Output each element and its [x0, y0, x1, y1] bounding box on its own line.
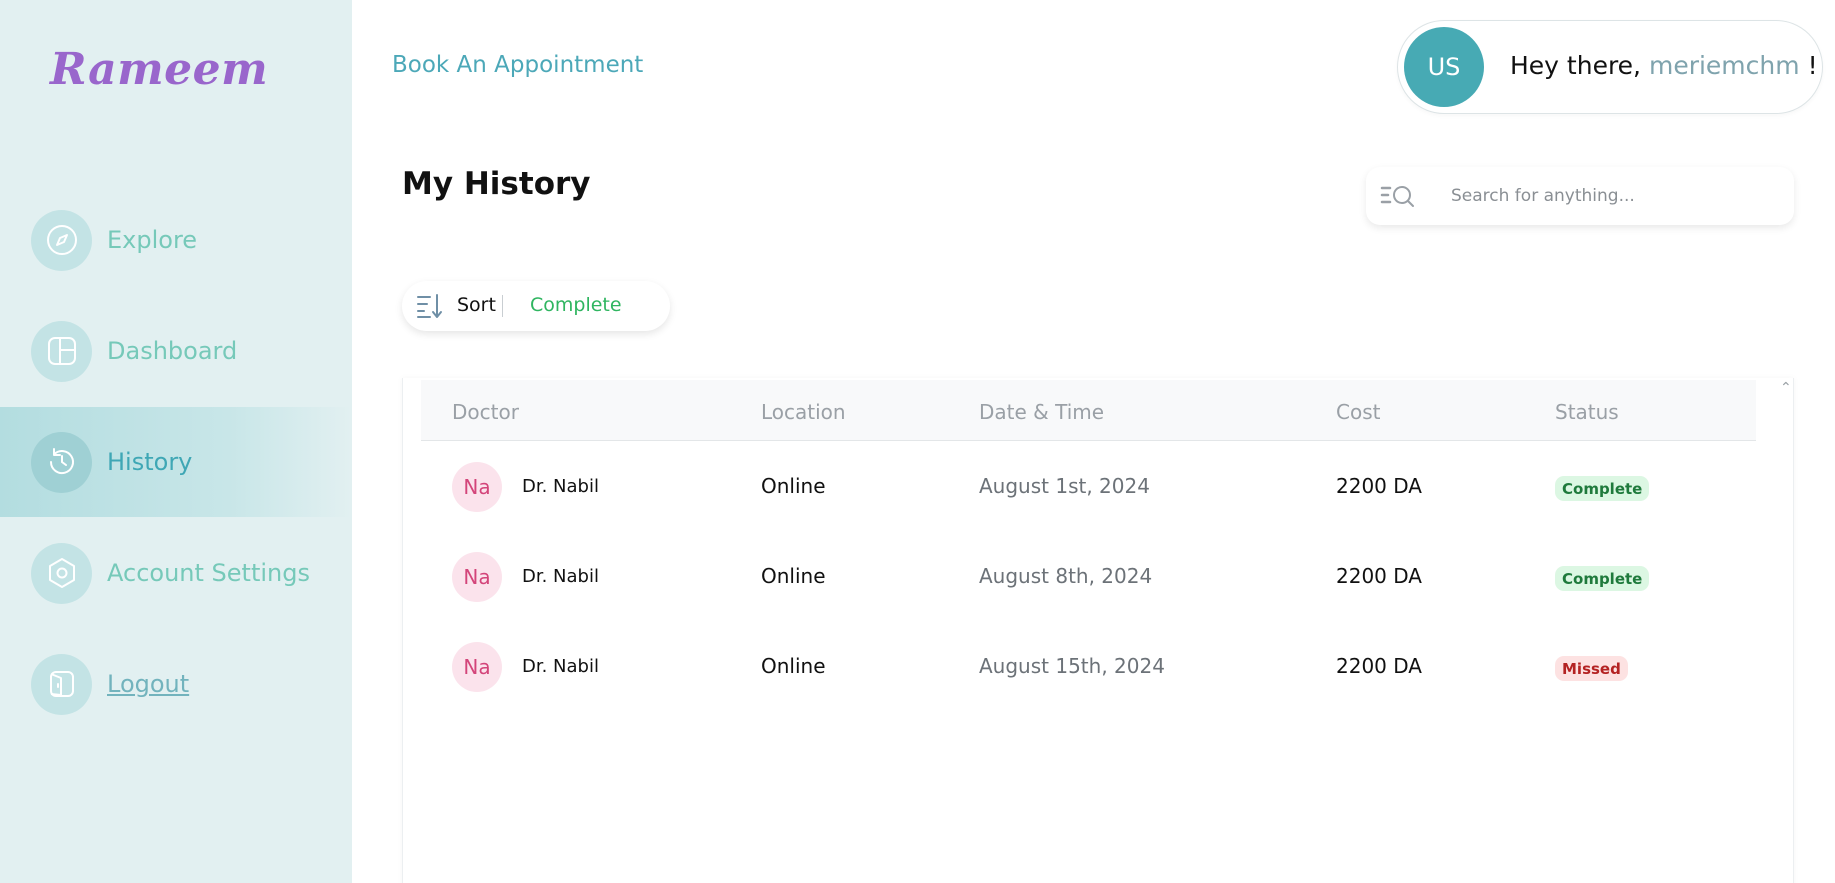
- app-logo[interactable]: Rameem: [50, 44, 268, 95]
- user-greeting-pill[interactable]: US Hey there, meriemchm !: [1397, 20, 1823, 114]
- sidebar-item-explore[interactable]: Explore: [0, 185, 352, 295]
- sort-value[interactable]: Complete: [530, 294, 622, 316]
- search-filter-icon[interactable]: [1380, 183, 1420, 209]
- history-icon: [31, 431, 92, 493]
- column-header-status[interactable]: Status: [1555, 400, 1619, 424]
- doctor-avatar: Na: [452, 552, 502, 602]
- sidebar-item-account-settings[interactable]: Account Settings: [0, 518, 352, 628]
- search-input[interactable]: [1451, 179, 1771, 213]
- doctor-avatar: Na: [452, 642, 502, 692]
- sort-control[interactable]: Sort Complete: [402, 281, 670, 331]
- sort-icon[interactable]: [416, 293, 444, 319]
- location: Online: [761, 474, 826, 498]
- cost: 2200 DA: [1336, 474, 1422, 498]
- table-row[interactable]: Na Dr. Nabil Online August 15th, 2024 22…: [421, 622, 1756, 712]
- cost: 2200 DA: [1336, 654, 1422, 678]
- sidebar-item-dashboard[interactable]: Dashboard: [0, 296, 352, 406]
- avatar[interactable]: US: [1404, 27, 1484, 107]
- location: Online: [761, 654, 826, 678]
- doctor-name: Dr. Nabil: [522, 476, 599, 497]
- scroll-up-icon[interactable]: ⌃: [1780, 380, 1792, 396]
- sidebar-item-label: Logout: [107, 670, 190, 698]
- sidebar-item-label: Explore: [107, 226, 198, 254]
- date-time: August 15th, 2024: [979, 654, 1165, 678]
- logout-icon: [31, 653, 92, 715]
- status-badge: Missed: [1555, 656, 1628, 681]
- app-root: Rameem Explore Dashboard History Account…: [0, 0, 1835, 883]
- column-header-doctor[interactable]: Doctor: [452, 400, 519, 424]
- search-box[interactable]: [1366, 167, 1794, 225]
- cost: 2200 DA: [1336, 564, 1422, 588]
- page-title: My History: [402, 166, 591, 202]
- column-header-date[interactable]: Date & Time: [979, 400, 1104, 424]
- table-row[interactable]: Na Dr. Nabil Online August 8th, 2024 220…: [421, 532, 1756, 622]
- settings-icon: [31, 542, 92, 604]
- sidebar: Rameem Explore Dashboard History Account…: [0, 0, 352, 883]
- compass-icon: [31, 209, 92, 271]
- date-time: August 8th, 2024: [979, 564, 1153, 588]
- sort-label: Sort: [457, 294, 496, 316]
- column-header-cost[interactable]: Cost: [1336, 400, 1380, 424]
- sidebar-item-label: Dashboard: [107, 337, 238, 365]
- username: meriemchm: [1648, 51, 1800, 80]
- doctor-name: Dr. Nabil: [522, 656, 599, 677]
- status-badge: Complete: [1555, 566, 1650, 591]
- sidebar-item-label: Account Settings: [107, 559, 310, 587]
- greeting-suffix: !: [1807, 51, 1818, 80]
- sidebar-item-label: History: [107, 448, 193, 476]
- column-header-location[interactable]: Location: [761, 400, 846, 424]
- greeting-text: Hey there, meriemchm !: [1510, 51, 1818, 80]
- sidebar-item-history[interactable]: History: [0, 407, 352, 517]
- sort-divider: [502, 295, 503, 317]
- doctor-name: Dr. Nabil: [522, 566, 599, 587]
- status-badge: Complete: [1555, 476, 1650, 501]
- book-appointment-link[interactable]: Book An Appointment: [392, 52, 643, 78]
- table-row[interactable]: Na Dr. Nabil Online August 1st, 2024 220…: [421, 442, 1756, 532]
- location: Online: [761, 564, 826, 588]
- doctor-avatar: Na: [452, 462, 502, 512]
- layout-icon: [31, 320, 92, 382]
- date-time: August 1st, 2024: [979, 474, 1150, 498]
- greeting-prefix: Hey there,: [1510, 51, 1642, 80]
- table-header: Doctor Location Date & Time Cost Status: [421, 380, 1756, 441]
- sidebar-item-logout[interactable]: Logout: [0, 629, 352, 739]
